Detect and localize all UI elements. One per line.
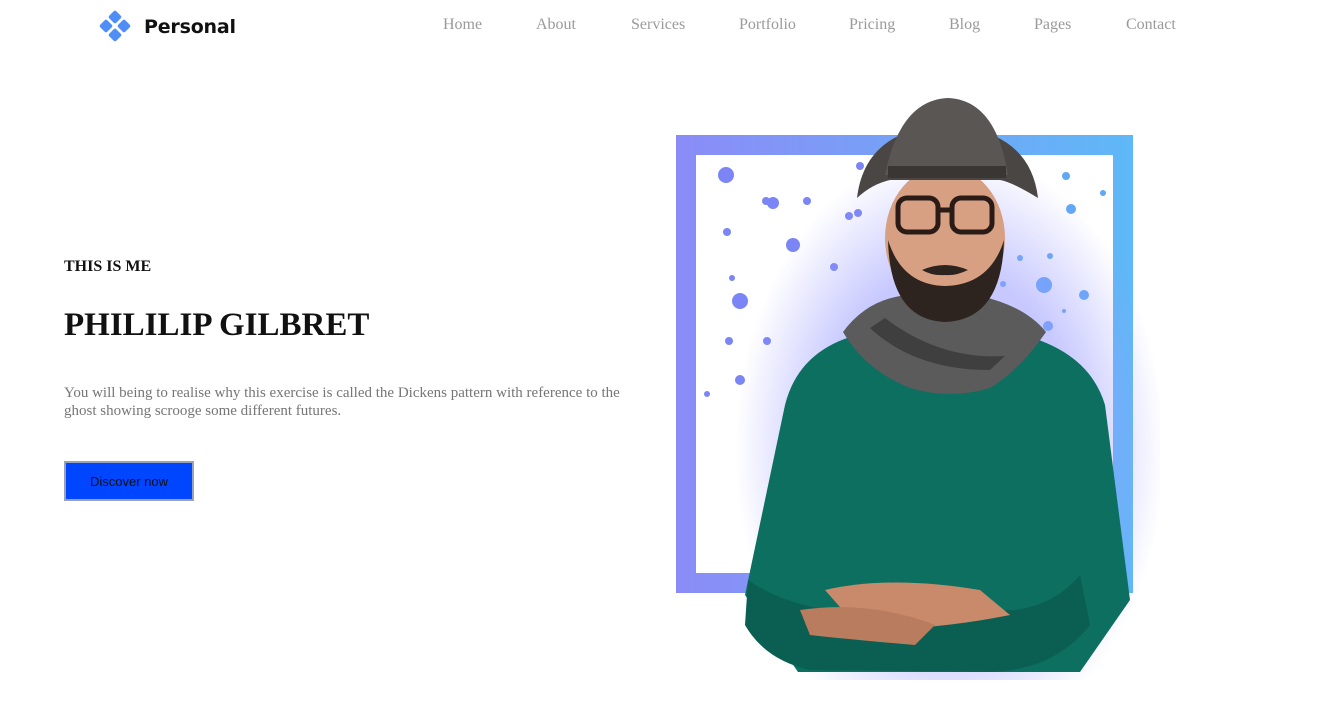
discover-now-button[interactable]: Discover now (64, 461, 194, 501)
portrait-illustration (676, 98, 1160, 680)
top-navigation-bar: Personal Home About Services Portfolio P… (0, 0, 1338, 56)
nav-item-pages[interactable]: Pages (1034, 16, 1071, 34)
nav-item-contact[interactable]: Contact (1126, 16, 1176, 34)
nav-item-services[interactable]: Services (631, 16, 685, 34)
nav-item-blog[interactable]: Blog (949, 16, 980, 34)
nav-item-about[interactable]: About (536, 16, 576, 34)
main-nav: Home About Services Portfolio Pricing Bl… (0, 16, 1338, 38)
nav-item-home[interactable]: Home (443, 16, 482, 34)
nav-item-pricing[interactable]: Pricing (849, 16, 895, 34)
hero-name: PHILILIP GILBRET (64, 307, 370, 343)
hero-description: You will being to realise why this exerc… (64, 385, 620, 419)
hero-kicker: THIS IS ME (64, 258, 152, 275)
nav-item-portfolio[interactable]: Portfolio (739, 16, 796, 34)
portrait-section (660, 70, 1160, 680)
